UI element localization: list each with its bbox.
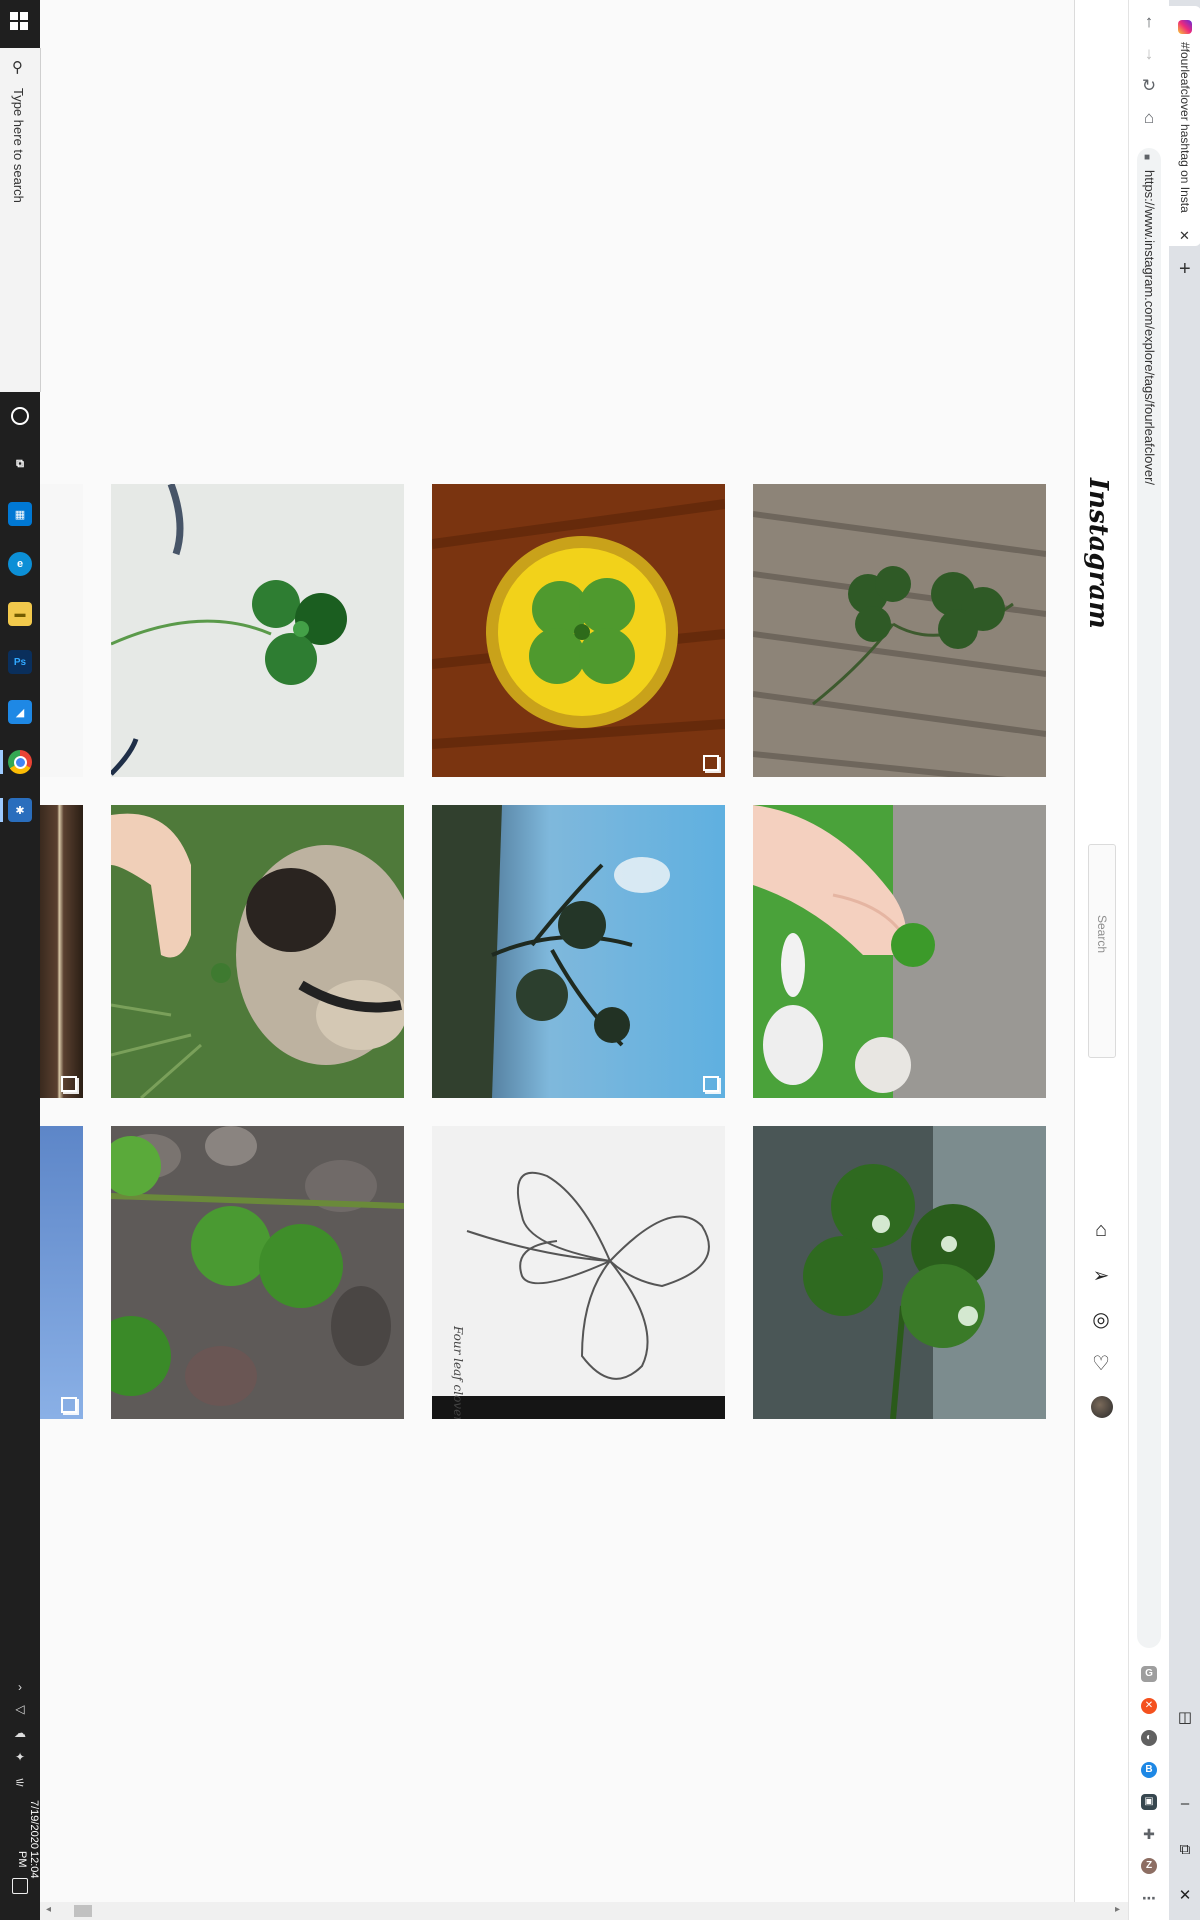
post-tree-and-sky[interactable] bbox=[432, 805, 725, 1098]
extension-photo-icon[interactable]: ▣ bbox=[1141, 1794, 1157, 1810]
sketch-caption: Four leaf clover bbox=[451, 1325, 465, 1419]
scroll-right-icon[interactable]: ▸ bbox=[1115, 1904, 1120, 1915]
home-icon[interactable]: ⌂ bbox=[1090, 1219, 1112, 1241]
instagram-favicon-icon bbox=[1178, 20, 1192, 34]
task-view-icon[interactable]: ⧉ bbox=[8, 452, 32, 476]
post-clovers-on-wood[interactable] bbox=[753, 484, 1046, 777]
instagram-search-placeholder: Search bbox=[1095, 915, 1109, 954]
post-pug-and-clover[interactable] bbox=[111, 805, 404, 1098]
windows-start-icon[interactable] bbox=[8, 10, 32, 34]
tab-title: #fourleafclover hashtag on Insta bbox=[1178, 42, 1192, 213]
post-clover-on-paper[interactable] bbox=[111, 484, 404, 777]
multi-image-icon bbox=[703, 755, 719, 771]
active-app-indicator bbox=[0, 798, 3, 822]
direct-icon[interactable]: ➢ bbox=[1090, 1264, 1112, 1287]
lock-icon: ■ bbox=[1144, 152, 1151, 163]
tab-strip: #fourleafclover hashtag on Insta ✕ + ◫ –… bbox=[1169, 0, 1200, 1920]
extension-blue-icon[interactable]: B bbox=[1141, 1762, 1157, 1778]
address-bar[interactable]: ■ https://www.instagram.com/explore/tags… bbox=[1137, 148, 1161, 1648]
scroll-left-icon[interactable]: ◂ bbox=[46, 1904, 51, 1915]
post-clover-on-rocks[interactable] bbox=[111, 1126, 404, 1419]
post-clover-sketch[interactable]: Four leaf clover bbox=[432, 1126, 725, 1419]
taskbar-search-placeholder: Type here to search bbox=[11, 88, 26, 203]
edge-icon[interactable]: e bbox=[8, 552, 32, 576]
multi-image-icon bbox=[703, 1076, 719, 1092]
file-explorer-icon[interactable]: ▬ bbox=[8, 602, 32, 626]
store-icon[interactable]: ▦ bbox=[8, 502, 32, 526]
active-app-indicator bbox=[0, 750, 3, 774]
photoshop-icon[interactable]: Ps bbox=[8, 650, 32, 674]
extensions-puzzle-icon[interactable]: ✚ bbox=[1141, 1826, 1157, 1842]
close-window-icon[interactable]: ✕ bbox=[1173, 1884, 1197, 1908]
post-hand-holding-clover[interactable] bbox=[753, 805, 1046, 1098]
extension-orange-icon[interactable]: ✕ bbox=[1141, 1698, 1157, 1714]
profile-avatar[interactable] bbox=[1091, 1396, 1113, 1418]
back-icon[interactable]: ↑ bbox=[1137, 10, 1161, 34]
windows-taskbar: ⚲ Type here to search ⧉ ▦ e ▬ Ps ◢ ✱ › ◁… bbox=[0, 0, 41, 1920]
notification-center-icon[interactable] bbox=[12, 1878, 28, 1894]
taskbar-search-box[interactable]: ⚲ Type here to search bbox=[0, 48, 41, 392]
forward-icon[interactable]: ↓ bbox=[1137, 42, 1161, 66]
tab-search-icon[interactable]: ◫ bbox=[1173, 1706, 1197, 1730]
close-tab-icon[interactable]: ✕ bbox=[1179, 228, 1190, 244]
taskbar-clock[interactable]: 12:04 PM 7/19/2020 bbox=[0, 1800, 40, 1890]
horizontal-scrollbar[interactable]: ◂ ▸ bbox=[40, 1902, 1128, 1920]
explore-icon[interactable]: ◎ bbox=[1090, 1308, 1112, 1331]
reload-icon[interactable]: ↻ bbox=[1137, 74, 1161, 98]
network-icon[interactable]: ⚟ bbox=[11, 1776, 29, 1790]
activity-heart-icon[interactable]: ♡ bbox=[1090, 1352, 1112, 1375]
instagram-explore-feed: Four leaf clover bbox=[40, 0, 1074, 1920]
settings-app-icon[interactable]: ✱ bbox=[8, 798, 32, 822]
chrome-icon[interactable] bbox=[8, 750, 32, 774]
dropbox-icon[interactable]: ✦ bbox=[11, 1750, 29, 1764]
scrollbar-thumb[interactable] bbox=[74, 1905, 92, 1917]
new-tab-icon[interactable]: + bbox=[1179, 258, 1191, 281]
post-partial-door[interactable] bbox=[40, 805, 83, 1098]
profile-avatar-icon[interactable]: Z bbox=[1141, 1858, 1157, 1874]
search-icon: ⚲ bbox=[12, 59, 23, 76]
tab-instagram[interactable]: #fourleafclover hashtag on Insta ✕ bbox=[1169, 6, 1200, 246]
instagram-search-input[interactable]: Search bbox=[1088, 844, 1116, 1058]
tray-chevron-icon[interactable]: › bbox=[11, 1680, 29, 1694]
volume-icon[interactable]: ◁ bbox=[11, 1702, 29, 1716]
multi-image-icon bbox=[61, 1076, 77, 1092]
blue-app-icon[interactable]: ◢ bbox=[8, 700, 32, 724]
post-clover-resin-pendant[interactable] bbox=[432, 484, 725, 777]
onedrive-icon[interactable]: ☁ bbox=[11, 1726, 29, 1740]
clock-date: 7/19/2020 bbox=[28, 1800, 40, 1849]
instagram-navbar: Instagram Search ⌂ ➢ ◎ ♡ bbox=[1074, 0, 1129, 1920]
minimize-icon[interactable]: – bbox=[1173, 1792, 1197, 1816]
multi-image-icon bbox=[61, 1397, 77, 1413]
instagram-logo[interactable]: Instagram bbox=[1083, 478, 1113, 629]
cortana-icon[interactable] bbox=[8, 404, 32, 428]
address-bar-url: https://www.instagram.com/explore/tags/f… bbox=[1142, 170, 1157, 486]
bookmark-icon[interactable]: ⌂ bbox=[1137, 106, 1161, 130]
extension-g-icon[interactable]: G bbox=[1141, 1666, 1157, 1682]
extension-circle-icon[interactable]: ◐ bbox=[1141, 1730, 1157, 1746]
post-partial-blue[interactable] bbox=[40, 1126, 83, 1419]
browser-chrome: ↑ ↓ ↻ ⌂ ■ https://www.instagram.com/expl… bbox=[1128, 0, 1200, 1920]
post-clover-with-droplets[interactable] bbox=[753, 1126, 1046, 1419]
menu-icon[interactable]: ⋯ bbox=[1141, 1890, 1157, 1906]
post-partial-white[interactable] bbox=[40, 484, 83, 777]
restore-icon[interactable]: ⧉ bbox=[1173, 1838, 1197, 1862]
